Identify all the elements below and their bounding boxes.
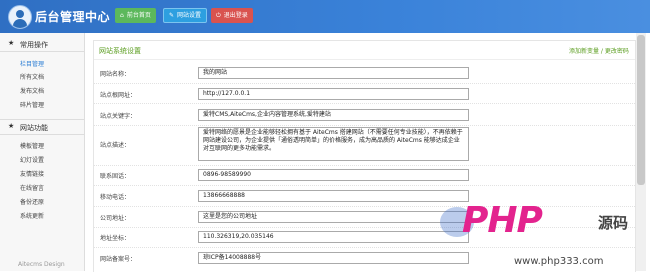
watermark-brand: PHP bbox=[462, 200, 543, 241]
phone-label: 联系固话： bbox=[100, 173, 131, 180]
wrench-icon: ✎ bbox=[169, 12, 175, 19]
mobile-label: 移动电话： bbox=[100, 194, 131, 201]
site-name-input[interactable]: 我的网站 bbox=[198, 67, 469, 79]
panel-divider bbox=[94, 59, 635, 60]
icp-input[interactable]: 琼ICP备14008888号 bbox=[198, 252, 469, 264]
sidebar-item-all-docs[interactable]: 所有文档 bbox=[20, 72, 44, 81]
sidebar-item-templates[interactable]: 模板管理 bbox=[20, 141, 44, 150]
sidebar-item-slides[interactable]: 幻灯设置 bbox=[20, 155, 44, 164]
icp-label: 网站备案号： bbox=[100, 256, 137, 263]
coordinates-input[interactable]: 110.326319,20.035146 bbox=[198, 231, 469, 243]
description-label: 站点描述： bbox=[100, 142, 131, 149]
sidebar-item-fragments[interactable]: 碎片管理 bbox=[20, 100, 44, 109]
site-url-input[interactable]: http://127.0.0.1 bbox=[198, 88, 469, 100]
add-variable-link[interactable]: 添加新变量 / 更改密码 bbox=[569, 46, 629, 55]
address-input[interactable]: 这里是您的公司地址 bbox=[198, 211, 469, 223]
admin-avatar-logo bbox=[8, 5, 32, 29]
address-label: 公司地址： bbox=[100, 215, 131, 222]
sidebar-section-common[interactable]: ★ 常用操作 bbox=[0, 37, 84, 52]
panel-title: 网站系统设置 bbox=[99, 47, 141, 55]
logout-label: 退出登录 bbox=[223, 12, 248, 19]
form-row-site-name: 网站名称： 我的网站 bbox=[94, 62, 635, 84]
sidebar-item-publish-doc[interactable]: 发布文档 bbox=[20, 86, 44, 95]
frontend-home-label: 前台首页 bbox=[126, 12, 151, 19]
keywords-label: 站点关键字： bbox=[100, 113, 137, 120]
frontend-home-button[interactable]: ⌂ 前台首页 bbox=[115, 8, 156, 23]
coordinates-label: 地址坐标： bbox=[100, 235, 131, 242]
sidebar-item-links[interactable]: 友情链接 bbox=[20, 169, 44, 178]
home-icon: ⌂ bbox=[120, 12, 124, 19]
sidebar-item-update[interactable]: 系统更新 bbox=[20, 211, 44, 220]
scrollbar-thumb[interactable] bbox=[637, 35, 645, 185]
site-url-label: 站点根网址： bbox=[100, 92, 137, 99]
watermark-logo: PHP 源码 www.php333.com bbox=[440, 200, 650, 271]
form-row-site-url: 站点根网址： http://127.0.0.1 bbox=[94, 83, 635, 104]
form-row-description: 站点描述： 爱特网络的愿景是企业能够轻松拥有基于 AiteCms 搭建网站（不需… bbox=[94, 125, 635, 166]
sidebar: ★ 常用操作 栏目管理 所有文档 发布文档 碎片管理 ★ 网站功能 模板管理 幻… bbox=[0, 33, 85, 271]
top-header-bar: 后台管理中心 ⌂ 前台首页 ✎ 网站设置 ⏻ 退出登录 bbox=[0, 0, 650, 33]
keywords-input[interactable]: 爱特CMS,AiteCms,企业内容管理系统,爱特建站 bbox=[198, 109, 469, 121]
sidebar-section-site[interactable]: ★ 网站功能 bbox=[0, 119, 84, 135]
app-title: 后台管理中心 bbox=[35, 10, 111, 24]
sidebar-section-title: 常用操作 bbox=[20, 41, 48, 49]
sidebar-footer: Aitecms Design bbox=[18, 261, 65, 268]
site-settings-label: 网站设置 bbox=[177, 12, 202, 19]
phone-input[interactable]: 0896-98589990 bbox=[198, 169, 469, 181]
watermark-cn-text: 源码 bbox=[598, 214, 629, 232]
mobile-input[interactable]: 13866668888 bbox=[198, 190, 469, 202]
description-textarea[interactable]: 爱特网络的愿景是企业能够轻松拥有基于 AiteCms 搭建网站（不需要任何专业技… bbox=[198, 127, 469, 161]
sidebar-item-messages[interactable]: 在线留言 bbox=[20, 183, 44, 192]
form-row-phone: 联系固话： 0896-98589990 bbox=[94, 165, 635, 186]
sidebar-item-backup[interactable]: 备份还原 bbox=[20, 197, 44, 206]
logout-button[interactable]: ⏻ 退出登录 bbox=[211, 8, 253, 23]
star-icon: ★ bbox=[8, 122, 15, 130]
power-icon: ⏻ bbox=[216, 12, 221, 19]
site-name-label: 网站名称： bbox=[100, 71, 131, 78]
sidebar-item-column-manage[interactable]: 栏目管理 bbox=[20, 59, 44, 68]
site-settings-button[interactable]: ✎ 网站设置 bbox=[163, 8, 208, 23]
sidebar-section-title: 网站功能 bbox=[20, 124, 48, 132]
star-icon: ★ bbox=[8, 39, 15, 47]
form-row-keywords: 站点关键字： 爱特CMS,AiteCms,企业内容管理系统,爱特建站 bbox=[94, 103, 635, 126]
watermark-url: www.php333.com bbox=[514, 256, 604, 267]
